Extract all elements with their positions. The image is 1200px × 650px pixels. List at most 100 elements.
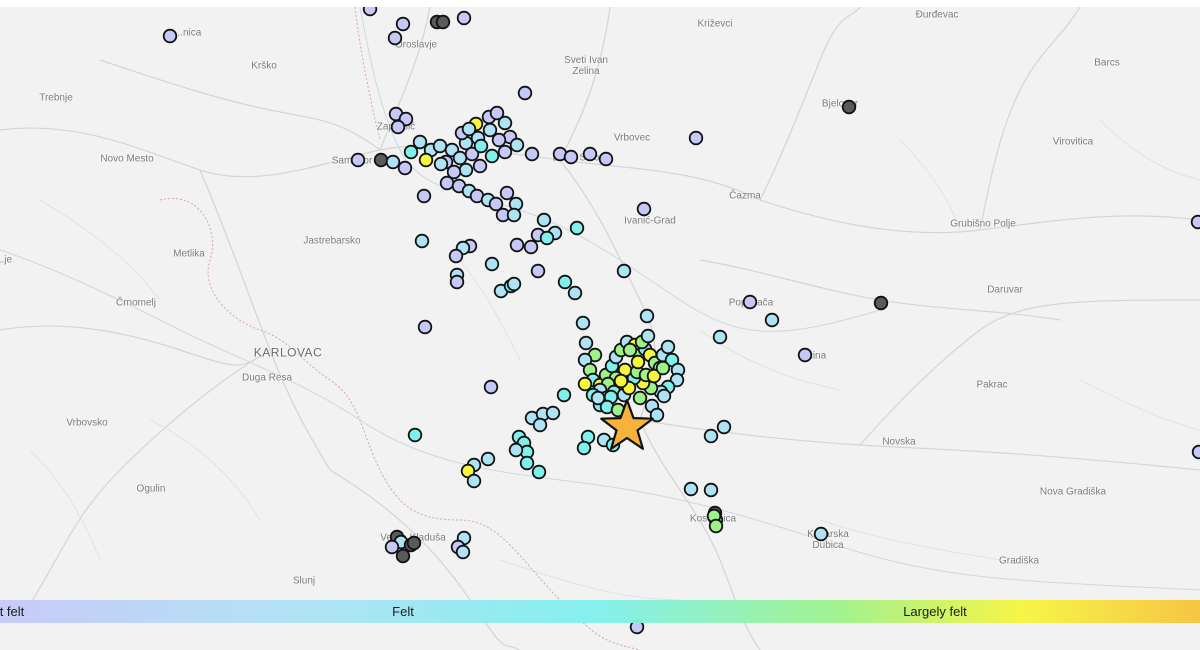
report-marker[interactable] [414, 233, 430, 249]
report-marker[interactable] [390, 119, 406, 135]
report-marker[interactable] [483, 379, 499, 395]
report-marker[interactable] [387, 30, 403, 46]
report-marker[interactable] [613, 373, 629, 389]
report-marker[interactable] [576, 440, 592, 456]
legend-label-not-felt: t felt [0, 604, 25, 619]
report-marker[interactable] [660, 339, 676, 355]
report-marker[interactable] [578, 335, 594, 351]
report-marker[interactable] [841, 99, 857, 115]
report-marker[interactable] [742, 294, 758, 310]
report-marker[interactable] [556, 387, 572, 403]
report-marker[interactable] [406, 535, 422, 551]
report-marker[interactable] [484, 148, 500, 164]
report-marker[interactable] [162, 28, 178, 44]
report-marker[interactable] [703, 482, 719, 498]
report-marker[interactable] [461, 121, 477, 137]
report-marker[interactable] [418, 152, 434, 168]
report-marker[interactable] [557, 274, 573, 290]
report-marker[interactable] [524, 146, 540, 162]
report-marker[interactable] [582, 146, 598, 162]
report-marker[interactable] [433, 156, 449, 172]
report-marker[interactable] [484, 256, 500, 272]
report-marker[interactable] [403, 144, 419, 160]
report-marker[interactable] [656, 388, 672, 404]
report-marker[interactable] [497, 115, 513, 131]
report-marker[interactable] [712, 329, 728, 345]
report-marker[interactable] [716, 419, 732, 435]
report-marker[interactable] [531, 464, 547, 480]
report-marker[interactable] [412, 134, 428, 150]
report-marker[interactable] [472, 158, 488, 174]
report-marker[interactable] [683, 481, 699, 497]
report-marker[interactable] [452, 150, 468, 166]
report-marker[interactable] [350, 152, 366, 168]
intensity-legend: t felt Felt Largely felt [0, 600, 1200, 623]
report-marker[interactable] [813, 526, 829, 542]
report-marker[interactable] [407, 427, 423, 443]
report-marker[interactable] [384, 539, 400, 555]
report-marker[interactable] [530, 263, 546, 279]
report-marker[interactable] [466, 473, 482, 489]
report-marker[interactable] [545, 405, 561, 421]
report-marker[interactable] [632, 390, 648, 406]
report-marker[interactable] [395, 16, 411, 32]
report-marker[interactable] [1191, 444, 1200, 460]
report-marker[interactable] [575, 315, 591, 331]
report-marker[interactable] [636, 201, 652, 217]
report-marker[interactable] [640, 328, 656, 344]
report-marker[interactable] [630, 354, 646, 370]
report-marker[interactable] [499, 185, 515, 201]
report-marker[interactable] [456, 10, 472, 26]
report-marker[interactable] [491, 132, 507, 148]
report-marker[interactable] [480, 451, 496, 467]
legend-label-largely-felt: Largely felt [903, 604, 967, 619]
report-marker[interactable] [449, 274, 465, 290]
report-marker[interactable] [473, 138, 489, 154]
legend-label-felt: Felt [392, 604, 414, 619]
report-marker[interactable] [385, 154, 401, 170]
report-marker[interactable] [797, 347, 813, 363]
report-marker[interactable] [506, 207, 522, 223]
report-marker[interactable] [455, 544, 471, 560]
report-marker[interactable] [569, 220, 585, 236]
report-marker[interactable] [622, 342, 638, 358]
report-marker[interactable] [536, 212, 552, 228]
report-marker[interactable] [417, 319, 433, 335]
report-marker[interactable] [764, 312, 780, 328]
report-marker[interactable] [506, 276, 522, 292]
report-marker[interactable] [517, 85, 533, 101]
report-marker[interactable] [655, 360, 671, 376]
report-marker[interactable] [616, 263, 632, 279]
report-marker[interactable] [708, 518, 724, 534]
report-marker[interactable] [873, 295, 889, 311]
report-marker[interactable] [435, 14, 451, 30]
report-marker[interactable] [362, 7, 378, 17]
map-canvas[interactable]: Krško Trebnje Novo Mesto Metlika Črnomelj Jas… [0, 7, 1200, 650]
report-marker[interactable] [497, 144, 513, 160]
report-marker[interactable] [508, 442, 524, 458]
report-marker[interactable] [1190, 214, 1200, 230]
report-marker[interactable] [598, 151, 614, 167]
report-marker[interactable] [397, 160, 413, 176]
report-marker[interactable] [439, 175, 455, 191]
report-marker[interactable] [563, 149, 579, 165]
report-marker[interactable] [688, 130, 704, 146]
report-marker[interactable] [519, 455, 535, 471]
report-markers [162, 7, 1200, 635]
report-marker[interactable] [532, 417, 548, 433]
report-marker[interactable] [448, 248, 464, 264]
report-marker[interactable] [432, 138, 448, 154]
report-marker[interactable] [416, 188, 432, 204]
report-marker[interactable] [395, 548, 411, 564]
report-marker[interactable] [539, 230, 555, 246]
report-marker[interactable] [639, 308, 655, 324]
report-marker[interactable] [373, 152, 389, 168]
report-marker[interactable] [703, 428, 719, 444]
report-marker[interactable] [509, 137, 525, 153]
report-marker[interactable] [523, 239, 539, 255]
report-marker[interactable] [509, 237, 525, 253]
report-marker[interactable] [567, 285, 583, 301]
report-marker[interactable] [458, 162, 474, 178]
report-marker[interactable] [482, 122, 498, 138]
report-marker[interactable] [577, 376, 593, 392]
